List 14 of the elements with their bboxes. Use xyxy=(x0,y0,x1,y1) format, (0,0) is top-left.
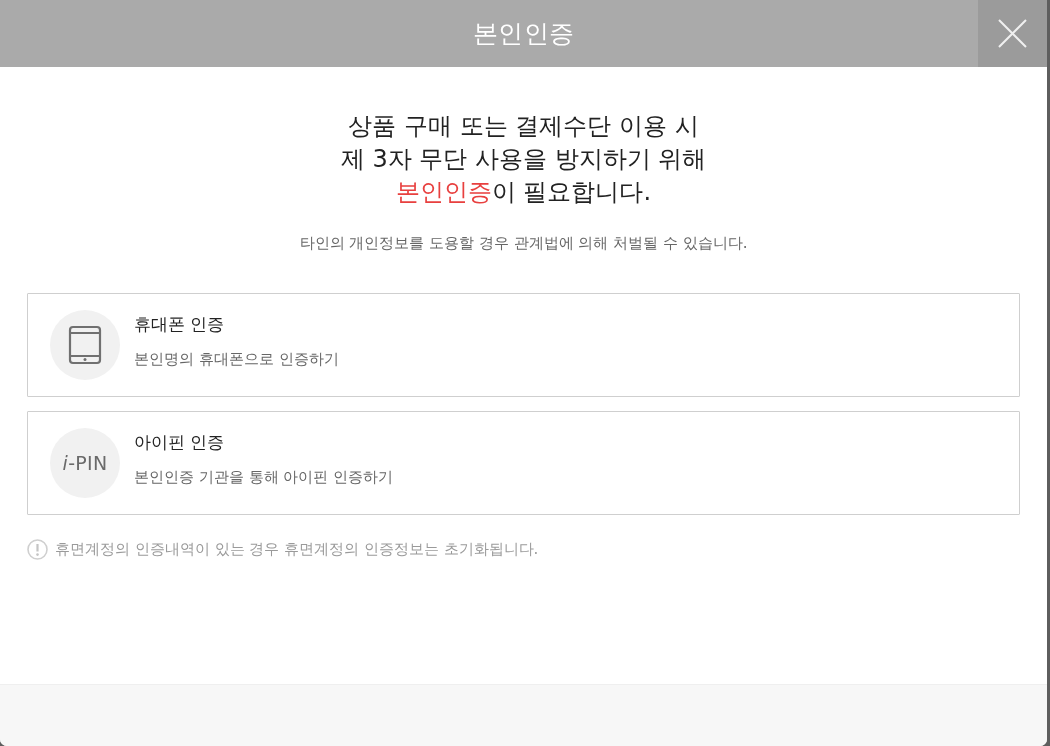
option-description: 본인명의 휴대폰으로 인증하기 xyxy=(134,349,339,369)
option-title: 아이핀 인증 xyxy=(134,431,226,453)
exclamation-icon xyxy=(27,539,48,560)
headline-text: 상품 구매 또는 결제수단 이용 시 제 3자 무단 사용을 방지하기 위해 본인인증이 필요합니다. xyxy=(340,111,707,208)
close-icon xyxy=(998,19,1027,48)
dialog-title: 본인인증 xyxy=(472,18,575,50)
warning-text: 타인의 개인정보를 도용할 경우 관계법에 의해 처벌될 수 있습니다. xyxy=(299,234,748,253)
close-button[interactable] xyxy=(978,0,1047,67)
option-title: 휴대폰 인증 xyxy=(134,313,226,335)
auth-option-card[interactable]: 휴대폰 인증 본인명의 휴대폰으로 인증하기 xyxy=(27,293,1020,397)
ipin-logo: i-PIN xyxy=(50,428,120,498)
auth-option-card[interactable]: i-PIN 아이핀 인증 본인인증 기관을 통해 아이핀 인증하기 xyxy=(27,411,1020,515)
option-description: 본인인증 기관을 통해 아이핀 인증하기 xyxy=(134,467,394,487)
notice-text: 휴면계정의 인증내역이 있는 경우 휴면계정의 인증정보는 초기화됩니다. xyxy=(55,540,539,559)
